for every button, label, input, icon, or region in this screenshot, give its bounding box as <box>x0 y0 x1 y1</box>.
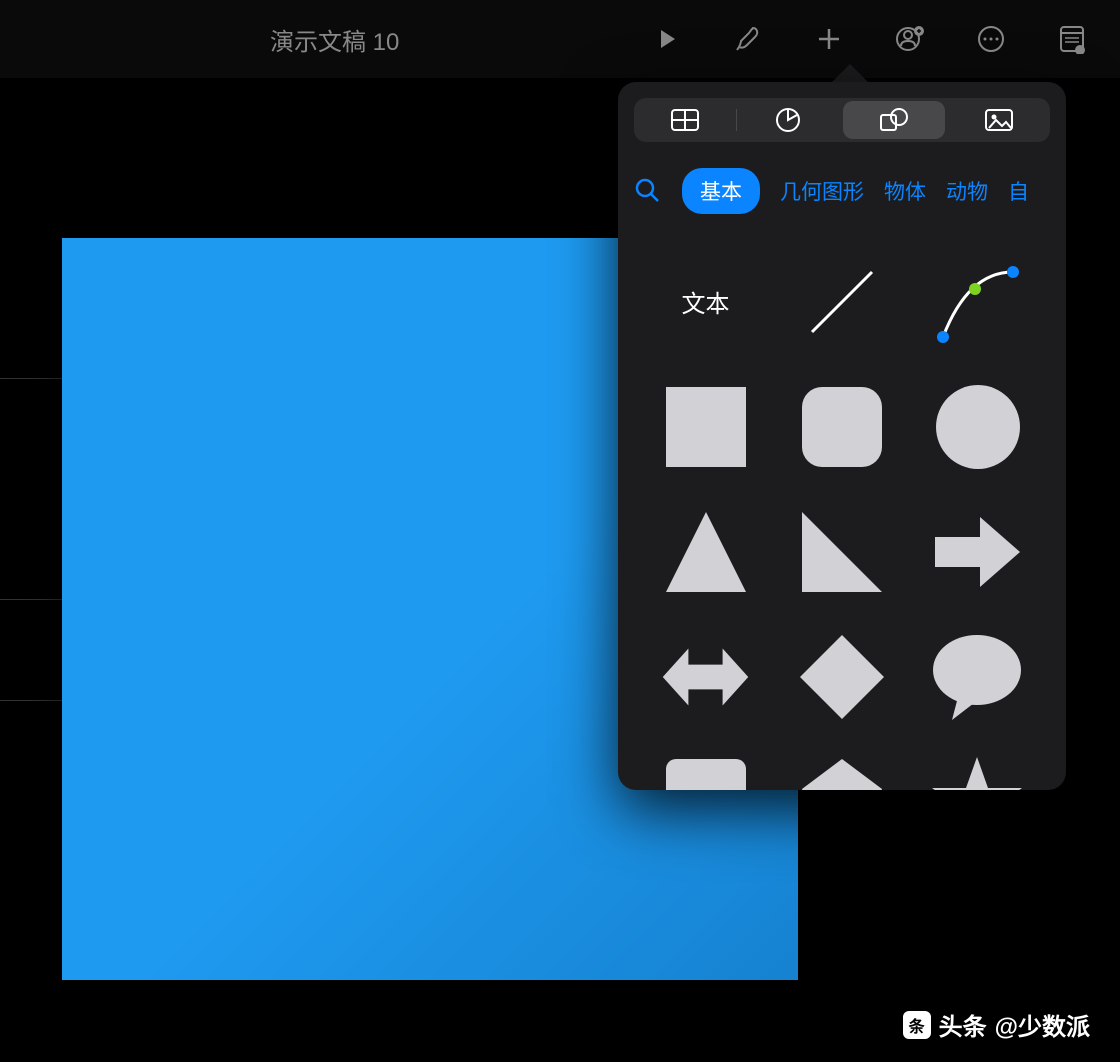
shape-arrow-bidirectional[interactable] <box>658 629 753 724</box>
shape-arrow-right[interactable] <box>930 504 1025 599</box>
slide-thumbnails-sidebar <box>0 78 62 972</box>
category-animals[interactable]: 动物 <box>946 176 988 206</box>
shapes-grid: 文本 <box>618 224 1066 790</box>
tab-chart[interactable] <box>737 98 839 142</box>
shape-text[interactable]: 文本 <box>658 254 753 349</box>
insert-popover: 基本 几何图形 物体 动物 自 文本 <box>618 82 1066 790</box>
tab-media[interactable] <box>948 98 1050 142</box>
shape-diamond[interactable] <box>794 629 889 724</box>
watermark-icon: 条 <box>903 1011 931 1039</box>
brush-icon[interactable] <box>730 21 766 57</box>
toolbar: 演示文稿 10 <box>0 0 1120 78</box>
shape-line[interactable] <box>794 254 889 349</box>
category-objects[interactable]: 物体 <box>884 176 926 206</box>
shape-triangle[interactable] <box>658 504 753 599</box>
category-geometry[interactable]: 几何图形 <box>780 176 864 206</box>
shape-category-bar: 基本 几何图形 物体 动物 自 <box>618 158 1066 224</box>
category-more[interactable]: 自 <box>1008 176 1029 206</box>
shape-square[interactable] <box>658 379 753 474</box>
insert-tab-bar <box>634 98 1050 142</box>
shape-star[interactable] <box>930 754 1025 790</box>
tab-table[interactable] <box>634 98 736 142</box>
watermark-prefix: 头条 <box>939 1007 987 1042</box>
plus-icon[interactable] <box>811 21 847 57</box>
category-basic[interactable]: 基本 <box>682 168 760 214</box>
shape-right-triangle[interactable] <box>794 504 889 599</box>
toolbar-icons <box>649 21 1090 57</box>
shape-callout[interactable] <box>658 754 753 790</box>
tab-shapes[interactable] <box>843 101 945 139</box>
collaborate-icon[interactable] <box>892 21 928 57</box>
format-panel-icon[interactable] <box>1054 21 1090 57</box>
search-icon[interactable] <box>634 177 662 205</box>
shape-circle[interactable] <box>930 379 1025 474</box>
popover-arrow <box>830 64 870 84</box>
shape-speech-bubble[interactable] <box>930 629 1025 724</box>
watermark: 条 头条 @少数派 <box>903 1007 1090 1042</box>
watermark-handle: @少数派 <box>995 1007 1090 1042</box>
more-icon[interactable] <box>973 21 1009 57</box>
shape-curve[interactable] <box>930 254 1025 349</box>
play-icon[interactable] <box>649 21 685 57</box>
document-title: 演示文稿 10 <box>270 22 399 57</box>
shape-rounded-square[interactable] <box>794 379 889 474</box>
shape-pentagon[interactable] <box>794 754 889 790</box>
